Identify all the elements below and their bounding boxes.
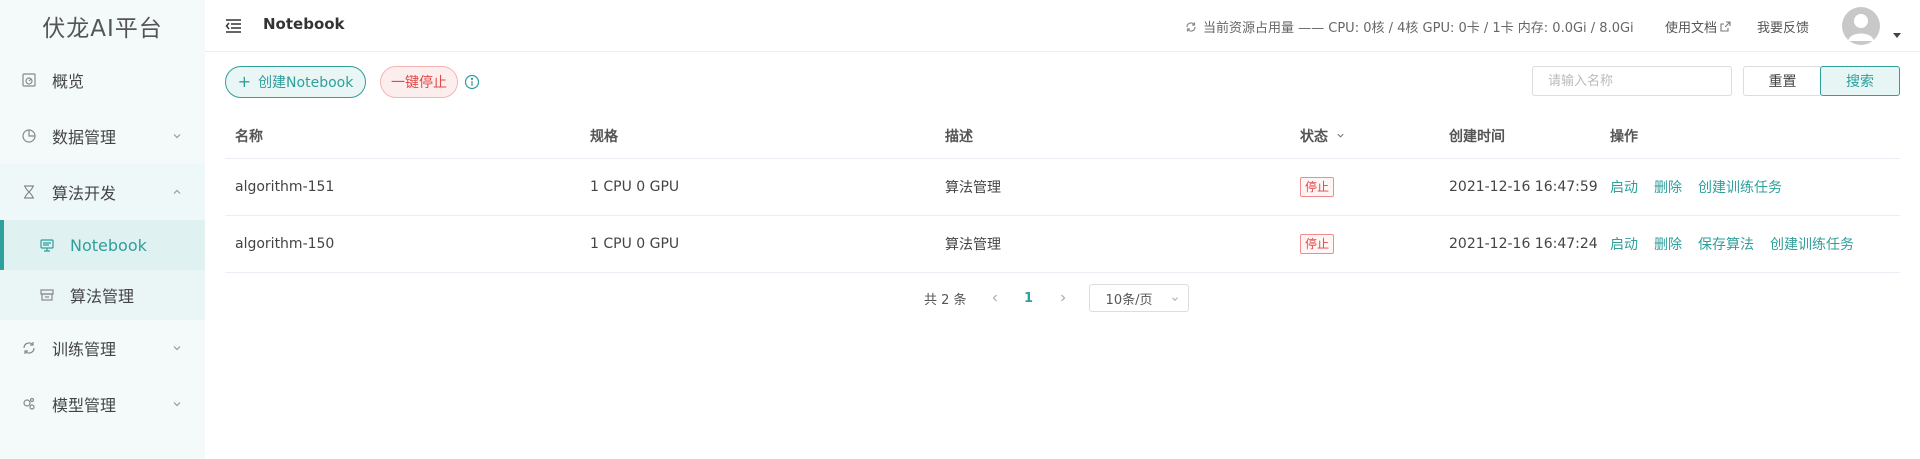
hourglass-icon <box>20 183 38 201</box>
search-input[interactable] <box>1532 66 1732 96</box>
sidebar-item-label: 模型管理 <box>52 396 117 415</box>
sidebar-item-algorithm-manage[interactable]: 算法管理 <box>0 270 205 320</box>
monitor-icon <box>38 236 56 254</box>
start-action[interactable]: 启动 <box>1610 177 1638 197</box>
resource-usage: 当前资源占用量 —— CPU: 0核 / 4核 GPU: 0卡 / 1卡 内存:… <box>1185 17 1634 36</box>
pagination-total: 共 2 条 <box>924 292 967 308</box>
docs-link[interactable]: 使用文档 <box>1665 17 1731 36</box>
cell-created: 2021-12-16 16:47:59 <box>1449 179 1598 195</box>
column-header-status-label: 状态 <box>1300 128 1328 145</box>
sidebar-item-algorithm-dev[interactable]: 算法开发 <box>0 164 205 220</box>
table-row: algorithm-150 1 CPU 0 GPU 算法管理 停止 2021-1… <box>225 216 1900 273</box>
column-header-desc: 描述 <box>945 128 973 145</box>
table-header-row: 名称 规格 描述 状态 创建时间 操作 <box>225 113 1900 159</box>
chevron-down-icon <box>173 346 181 351</box>
feedback-link[interactable]: 我要反馈 <box>1757 17 1809 36</box>
chevron-right-icon <box>1060 294 1065 302</box>
app-logo: 伏龙AI平台 <box>42 16 163 42</box>
notebook-table: 名称 规格 描述 状态 创建时间 操作 algorithm-151 1 CPU … <box>225 113 1900 273</box>
cell-created: 2021-12-16 16:47:24 <box>1449 236 1598 252</box>
sidebar-item-label: 训练管理 <box>52 340 117 359</box>
table-row: algorithm-151 1 CPU 0 GPU 算法管理 停止 2021-1… <box>225 159 1900 216</box>
page-size-select[interactable]: 10条/页 <box>1088 284 1189 312</box>
refresh-icon[interactable] <box>1185 21 1197 33</box>
create-training-task-action[interactable]: 创建训练任务 <box>1770 234 1854 254</box>
search-button[interactable]: 搜索 <box>1820 66 1900 96</box>
sidebar-item-data[interactable]: 数据管理 <box>0 108 205 164</box>
column-header-name: 名称 <box>235 128 263 145</box>
delete-action[interactable]: 删除 <box>1654 234 1682 254</box>
cell-actions: 启动 删除 保存算法 创建训练任务 <box>1610 216 1870 272</box>
create-notebook-button[interactable]: + 创建Notebook <box>225 66 366 98</box>
sidebar-item-label: 算法管理 <box>70 287 135 306</box>
algorithm-group: 算法开发 Notebook 算法管理 <box>0 164 205 320</box>
column-header-created: 创建时间 <box>1449 128 1505 145</box>
create-notebook-label: 创建Notebook <box>258 75 354 91</box>
dashboard-icon <box>20 71 38 89</box>
plus-icon: + <box>237 72 252 91</box>
cell-desc: 算法管理 <box>945 237 1001 253</box>
sidebar-item-label: Notebook <box>70 235 147 255</box>
info-icon[interactable] <box>464 74 480 90</box>
pie-chart-icon <box>20 127 38 145</box>
resource-usage-text: 当前资源占用量 —— CPU: 0核 / 4核 GPU: 0卡 / 1卡 内存:… <box>1203 21 1634 36</box>
chevron-down-icon <box>173 134 181 139</box>
chevron-left-icon <box>992 294 997 302</box>
page-title: Notebook <box>263 15 345 33</box>
chevron-up-icon <box>173 189 181 194</box>
external-link-icon <box>1720 21 1731 32</box>
cycle-icon <box>20 339 38 357</box>
stop-all-button[interactable]: 一键停止 <box>380 66 458 98</box>
pagination: 共 2 条 1 10条/页 <box>924 284 1189 312</box>
sidebar: 伏龙AI平台 概览 数据管理 算法开发 Notebook 算法管理 训练管理 模… <box>0 0 205 459</box>
menu-fold-icon[interactable] <box>225 17 242 34</box>
create-training-task-action[interactable]: 创建训练任务 <box>1698 177 1782 197</box>
cell-status: 停止 <box>1300 159 1335 215</box>
delete-action[interactable]: 删除 <box>1654 177 1682 197</box>
cell-desc: 算法管理 <box>945 180 1001 196</box>
app-root: 伏龙AI平台 概览 数据管理 算法开发 Notebook 算法管理 训练管理 模… <box>0 0 1920 459</box>
status-badge: 停止 <box>1300 177 1335 197</box>
sidebar-item-label: 数据管理 <box>52 128 117 147</box>
status-badge: 停止 <box>1300 234 1335 254</box>
cog-cluster-icon <box>20 395 38 413</box>
cell-actions: 启动 删除 创建训练任务 <box>1610 159 1798 215</box>
sidebar-item-label: 概览 <box>52 72 85 91</box>
start-action[interactable]: 启动 <box>1610 234 1638 254</box>
save-algorithm-action[interactable]: 保存算法 <box>1698 234 1754 254</box>
sidebar-item-model[interactable]: 模型管理 <box>0 376 205 432</box>
sidebar-item-notebook[interactable]: Notebook <box>0 220 205 270</box>
sidebar-item-overview[interactable]: 概览 <box>0 52 205 108</box>
cell-name: algorithm-150 <box>235 236 335 252</box>
next-page-button[interactable] <box>1049 284 1077 312</box>
cell-spec: 1 CPU 0 GPU <box>590 236 680 252</box>
sidebar-item-label: 算法开发 <box>52 184 117 203</box>
column-header-status[interactable]: 状态 <box>1300 113 1346 158</box>
cell-status: 停止 <box>1300 216 1335 272</box>
reset-button[interactable]: 重置 <box>1743 66 1822 96</box>
column-header-actions: 操作 <box>1610 128 1638 145</box>
cell-name: algorithm-151 <box>235 179 335 195</box>
top-header: Notebook 当前资源占用量 —— CPU: 0核 / 4核 GPU: 0卡… <box>205 0 1920 52</box>
docs-label: 使用文档 <box>1665 21 1718 36</box>
cell-spec: 1 CPU 0 GPU <box>590 179 680 195</box>
user-icon <box>1848 14 1874 41</box>
archive-icon <box>38 286 56 304</box>
column-header-spec: 规格 <box>590 128 618 145</box>
avatar[interactable] <box>1842 7 1880 45</box>
caret-down-icon[interactable] <box>1893 33 1901 39</box>
chevron-down-icon <box>173 402 181 407</box>
page-number[interactable]: 1 <box>1009 284 1049 312</box>
page-size-value: 10条/页 <box>1105 292 1153 308</box>
prev-page-button[interactable] <box>981 284 1009 312</box>
filter-chevron-icon[interactable] <box>1335 130 1346 141</box>
chevron-down-icon <box>1171 297 1178 301</box>
sidebar-item-training[interactable]: 训练管理 <box>0 320 205 376</box>
